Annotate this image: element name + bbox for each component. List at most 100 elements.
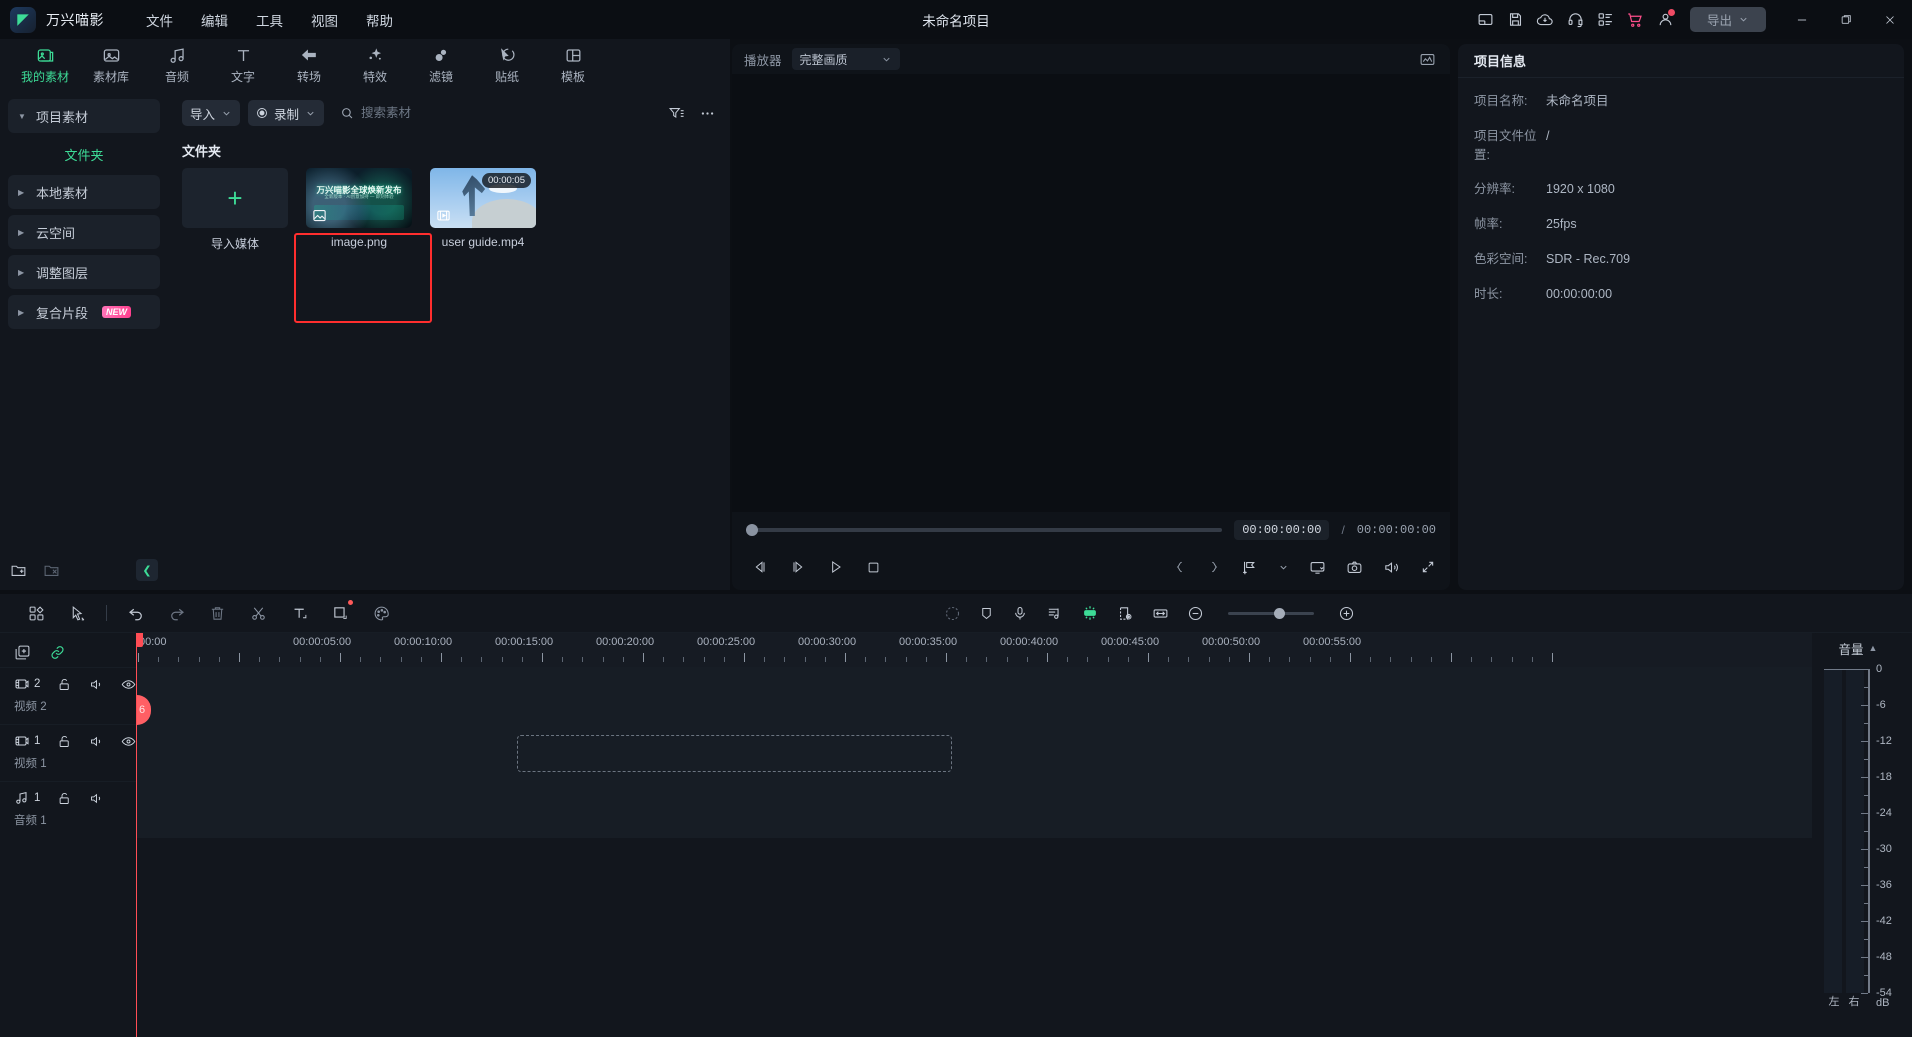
timeline-playhead[interactable] <box>136 633 137 1037</box>
voiceover-mic-icon[interactable] <box>1012 605 1028 622</box>
media-thumb[interactable]: 万兴喵影全球焕新发布 全新版本 · AI创意加持 — 即刻体验 <box>306 168 412 228</box>
menu-view[interactable]: 视图 <box>297 4 352 36</box>
mark-out-icon[interactable] <box>1207 559 1221 575</box>
sidebar-item-cloud-space[interactable]: ▶ 云空间 <box>8 215 160 249</box>
scrubber-handle[interactable] <box>746 524 758 536</box>
close-icon[interactable] <box>1868 0 1912 39</box>
cloud-upload-icon[interactable] <box>1530 0 1560 39</box>
sidebar-item-compound-clip[interactable]: ▶ 复合片段 NEW <box>8 295 160 329</box>
menu-file[interactable]: 文件 <box>132 4 187 36</box>
zoom-slider[interactable] <box>1228 612 1314 615</box>
undo-icon[interactable] <box>115 596 156 630</box>
tab-templates[interactable]: 模板 <box>540 39 606 91</box>
sidebar-item-local-media[interactable]: ▶ 本地素材 <box>8 175 160 209</box>
fullscreen-icon[interactable] <box>1420 559 1436 575</box>
prev-frame-icon[interactable] <box>752 559 768 575</box>
play-icon[interactable] <box>828 559 844 575</box>
tab-stickers[interactable]: 贴纸 <box>474 39 540 91</box>
track-body-audio1[interactable] <box>136 782 1812 838</box>
account-notification-badge <box>1668 9 1675 16</box>
tab-filters[interactable]: 滤镜 <box>408 39 474 91</box>
add-text-icon[interactable] <box>279 596 320 630</box>
record-button[interactable]: 录制 <box>248 100 324 126</box>
zoom-slider-handle[interactable] <box>1274 608 1285 619</box>
sidebar-subitem-folder[interactable]: 文件夹 <box>8 139 160 169</box>
lock-icon[interactable] <box>57 734 72 749</box>
lock-icon[interactable] <box>57 791 72 806</box>
media-thumb[interactable]: 00:00:05 <box>430 168 536 228</box>
marker-icon[interactable] <box>979 605 994 622</box>
menu-tools[interactable]: 工具 <box>242 4 297 36</box>
delete-folder-icon[interactable] <box>43 562 60 579</box>
tab-text[interactable]: 文字 <box>210 39 276 91</box>
grid-view-icon[interactable] <box>16 596 57 630</box>
histogram-icon[interactable] <box>1419 51 1436 68</box>
mute-icon[interactable] <box>89 734 104 749</box>
collapse-panel-icon[interactable]: ❮ <box>136 559 158 581</box>
tab-stock-library[interactable]: 素材库 <box>78 39 144 91</box>
timeline-dropzone[interactable] <box>517 735 952 772</box>
split-scissors-icon[interactable] <box>238 596 279 630</box>
minimize-icon[interactable] <box>1780 0 1824 39</box>
crop-shape-icon[interactable] <box>320 596 361 630</box>
next-frame-icon[interactable] <box>790 559 806 575</box>
volume-icon[interactable] <box>1383 559 1400 576</box>
import-tile-thumb[interactable]: + <box>182 168 288 228</box>
media-item-image[interactable]: 万兴喵影全球焕新发布 全新版本 · AI创意加持 — 即刻体验 image.pn… <box>306 168 412 252</box>
mark-in-icon[interactable] <box>1173 559 1187 575</box>
tab-effects[interactable]: 特效 <box>342 39 408 91</box>
cart-icon[interactable] <box>1620 0 1650 39</box>
search-input[interactable] <box>361 106 511 120</box>
add-marker-icon[interactable] <box>1241 559 1258 576</box>
account-icon[interactable] <box>1650 0 1680 39</box>
snapshot-icon[interactable] <box>1346 559 1363 576</box>
layout-icon[interactable] <box>1470 0 1500 39</box>
eye-icon[interactable] <box>121 677 136 692</box>
lock-icon[interactable] <box>57 677 72 692</box>
tab-transition[interactable]: 转场 <box>276 39 342 91</box>
restore-icon[interactable] <box>1824 0 1868 39</box>
zoom-in-icon[interactable] <box>1338 605 1355 622</box>
menu-help[interactable]: 帮助 <box>352 4 407 36</box>
mute-icon[interactable] <box>89 791 104 806</box>
select-tool-icon[interactable] <box>57 596 98 630</box>
player-scrubber[interactable] <box>746 528 1222 532</box>
import-button[interactable]: 导入 <box>182 100 240 126</box>
preview-stage[interactable] <box>732 74 1450 512</box>
color-palette-icon[interactable] <box>361 596 402 630</box>
timeline-ruler[interactable]: 00:00 00:00:05:00 00:00:10:00 00:00:15:0… <box>136 633 1812 667</box>
menu-edit[interactable]: 编辑 <box>187 4 242 36</box>
apps-grid-icon[interactable] <box>1590 0 1620 39</box>
sidebar-item-project-media[interactable]: ▼ 项目素材 <box>8 99 160 133</box>
auto-highlight-icon[interactable] <box>1081 604 1099 622</box>
filter-sort-icon[interactable] <box>668 105 685 122</box>
current-timecode[interactable]: 00:00:00:00 <box>1234 520 1329 540</box>
track-body-video2[interactable] <box>136 668 1812 724</box>
stop-icon[interactable] <box>866 560 881 575</box>
media-item-video[interactable]: 00:00:05 user guide.mp4 <box>430 168 536 252</box>
chevron-down-icon[interactable] <box>1278 562 1289 573</box>
playhead-handle[interactable] <box>136 633 143 647</box>
quality-select[interactable]: 完整画质 <box>792 48 900 70</box>
redo-icon[interactable] <box>156 596 197 630</box>
fit-timeline-icon[interactable] <box>1152 605 1169 622</box>
more-options-icon[interactable] <box>699 105 716 122</box>
new-folder-icon[interactable] <box>10 562 27 579</box>
save-icon[interactable] <box>1500 0 1530 39</box>
beat-detect-icon[interactable] <box>1046 605 1063 622</box>
import-media-tile[interactable]: + 导入媒体 <box>182 168 288 252</box>
zoom-out-icon[interactable] <box>1187 605 1204 622</box>
sidebar-item-adjustment-layer[interactable]: ▶ 调整图层 <box>8 255 160 289</box>
pop-out-icon[interactable] <box>1309 559 1326 576</box>
delete-icon[interactable] <box>197 596 238 630</box>
export-button[interactable]: 导出 <box>1690 7 1766 32</box>
eye-icon[interactable] <box>121 734 136 749</box>
tab-my-media[interactable]: 我的素材 <box>12 39 78 91</box>
headset-icon[interactable] <box>1560 0 1590 39</box>
audio-meter-header[interactable]: 音量 ▲ <box>1812 633 1904 663</box>
render-preview-icon[interactable] <box>944 605 961 622</box>
tab-audio[interactable]: 音频 <box>144 39 210 91</box>
green-screen-icon[interactable] <box>1117 605 1134 622</box>
mute-icon[interactable] <box>89 677 104 692</box>
track-body-video1[interactable] <box>136 725 1812 781</box>
